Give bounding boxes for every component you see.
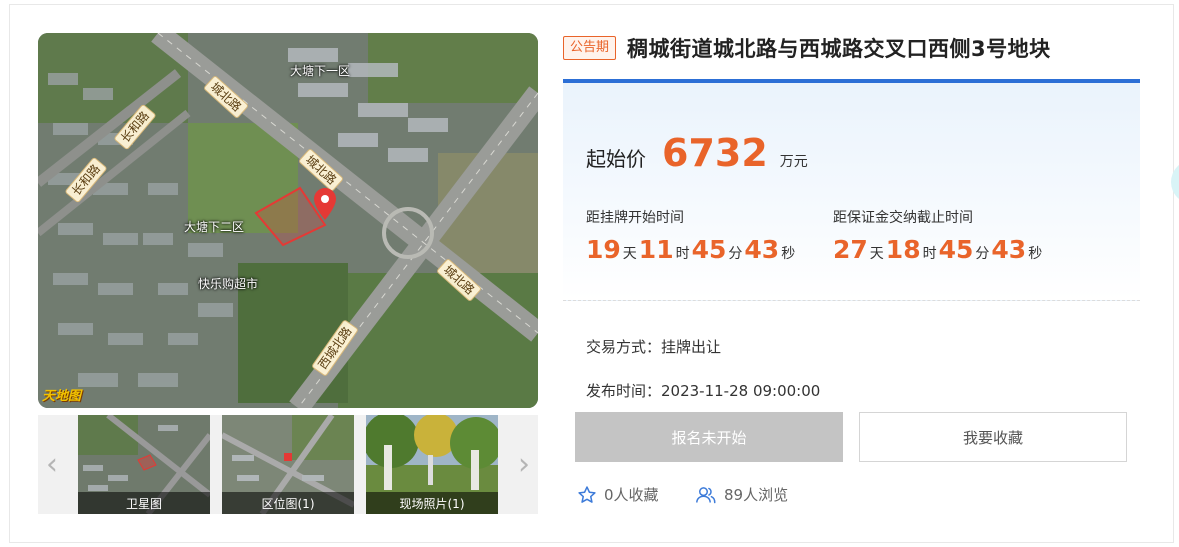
countdown-days: 19 — [586, 235, 621, 264]
start-price-label: 起始价 — [586, 147, 646, 171]
views-count-text: 89人浏览 — [724, 486, 789, 504]
map-label-supermarket: 快乐购超市 — [198, 277, 259, 291]
countdown-listing-label: 距挂牌开始时间 — [586, 210, 684, 226]
views-count: 89人浏览 — [695, 484, 788, 505]
satellite-map[interactable]: 大塘下一区 大塘下二区 快乐购超市 城北路 城北路 城北路 长和路 长和路 西城… — [38, 33, 538, 408]
apply-button[interactable]: 报名未开始 — [575, 412, 843, 462]
unit-hour: 时 — [922, 246, 937, 262]
countdown-minutes: 45 — [938, 235, 974, 264]
start-price-value: 6732 — [662, 131, 768, 175]
carousel-next-icon[interactable]: › — [510, 415, 538, 514]
countdown-minutes: 45 — [691, 235, 727, 264]
title-row: 公告期 稠城街道城北路与西城路交叉口西侧3号地块 — [563, 33, 1051, 63]
star-icon — [578, 485, 596, 503]
unit-minute: 分 — [975, 246, 990, 262]
thumbnail-caption: 区位图(1) — [222, 492, 354, 514]
unit-day: 天 — [869, 246, 884, 262]
thumbnail-location[interactable]: 区位图(1) — [222, 415, 354, 514]
start-price: 起始价 6732 万元 — [586, 131, 808, 175]
publish-time: 发布时间：2023-11-28 09:00:00 — [586, 382, 821, 400]
unit-day: 天 — [622, 246, 637, 262]
users-icon — [696, 486, 716, 503]
favorites-count-text: 0人收藏 — [604, 486, 659, 504]
start-price-unit: 万元 — [779, 154, 808, 170]
thumbnail-satellite[interactable]: 卫星图 — [78, 415, 210, 514]
thumbnail-caption: 卫星图 — [78, 492, 210, 514]
countdown-deposit-label: 距保证金交纳截止时间 — [833, 210, 973, 226]
favorite-button[interactable]: 我要收藏 — [859, 412, 1127, 462]
thumbnail-site-photo[interactable]: 现场照片(1) — [366, 415, 498, 514]
page-title: 稠城街道城北路与西城路交叉口西侧3号地块 — [627, 37, 1051, 61]
map-label-datangxia-2: 大塘下二区 — [184, 220, 245, 234]
countdown-hours: 11 — [638, 235, 674, 264]
carousel-prev-icon[interactable]: ‹ — [38, 415, 66, 514]
countdown-listing: 距挂牌开始时间 19 天 11 时 45 分 43 秒 — [586, 207, 797, 264]
location-pin-icon — [314, 188, 336, 220]
countdown-seconds: 43 — [991, 235, 1027, 264]
countdown-deposit: 距保证金交纳截止时间 27 天 18 时 45 分 43 秒 — [833, 207, 1044, 264]
countdown-days: 27 — [833, 235, 868, 264]
countdown-hours: 18 — [885, 235, 921, 264]
map-label-datangxia-1: 大塘下一区 — [290, 64, 351, 78]
unit-second: 秒 — [1028, 246, 1043, 262]
unit-hour: 时 — [675, 246, 690, 262]
unit-second: 秒 — [781, 246, 796, 262]
tianditu-logo: 天地图 — [42, 389, 82, 404]
thumbnail-carousel: ‹ 卫星图 区位图(1) 现场照片(1) › — [38, 415, 538, 514]
thumbnail-caption: 现场照片(1) — [366, 492, 498, 514]
satellite-imagery — [38, 33, 538, 408]
trade-method: 交易方式：挂牌出让 — [586, 338, 722, 356]
price-panel: 起始价 6732 万元 距挂牌开始时间 19 天 11 时 45 分 43 秒 … — [563, 79, 1140, 301]
countdown-seconds: 43 — [744, 235, 780, 264]
favorites-count[interactable]: 0人收藏 — [577, 484, 659, 505]
status-badge: 公告期 — [563, 36, 617, 60]
unit-minute: 分 — [728, 246, 743, 262]
